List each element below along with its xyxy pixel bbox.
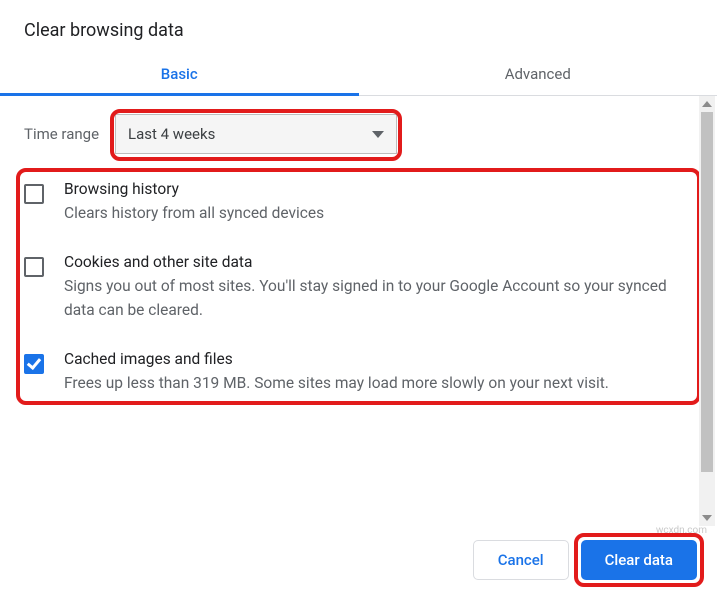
checkbox-browsing-history[interactable]	[24, 184, 44, 204]
option-body: Cookies and other site data Signs you ou…	[64, 253, 693, 322]
clear-browsing-data-dialog: Clear browsing data Basic Advanced Time …	[0, 0, 717, 600]
option-title: Cookies and other site data	[64, 253, 693, 271]
checkbox-cached[interactable]	[24, 354, 44, 374]
chevron-down-icon	[372, 131, 384, 138]
cancel-button[interactable]: Cancel	[473, 540, 569, 580]
scroll-up-icon[interactable]	[699, 96, 715, 112]
watermark: wcxdn.com	[656, 525, 707, 536]
option-title: Cached images and files	[64, 350, 609, 368]
checkbox-cookies[interactable]	[24, 257, 44, 277]
option-title: Browsing history	[64, 180, 324, 198]
time-range-select[interactable]: Last 4 weeks	[115, 114, 397, 154]
option-cookies[interactable]: Cookies and other site data Signs you ou…	[24, 253, 693, 322]
scroll-down-icon[interactable]	[699, 510, 715, 526]
content: Time range Last 4 weeks Browsing history…	[24, 114, 693, 526]
time-range-value: Last 4 weeks	[128, 125, 215, 143]
tab-basic[interactable]: Basic	[0, 51, 359, 95]
option-browsing-history[interactable]: Browsing history Clears history from all…	[24, 180, 693, 225]
time-range-label: Time range	[24, 125, 99, 143]
option-desc: Clears history from all synced devices	[64, 202, 324, 225]
option-desc: Signs you out of most sites. You'll stay…	[64, 275, 693, 322]
dialog-footer: Cancel Clear data	[0, 526, 717, 600]
tab-advanced[interactable]: Advanced	[359, 51, 717, 95]
dialog-body: Time range Last 4 weeks Browsing history…	[0, 96, 717, 526]
clear-data-button[interactable]: Clear data	[581, 540, 697, 580]
tabs: Basic Advanced	[0, 51, 717, 96]
scrollbar[interactable]	[699, 96, 715, 526]
scroll-thumb[interactable]	[701, 112, 713, 472]
clear-button-wrap: Clear data	[581, 540, 697, 580]
option-desc: Frees up less than 319 MB. Some sites ma…	[64, 372, 609, 395]
dialog-title: Clear browsing data	[0, 0, 717, 51]
time-range-row: Time range Last 4 weeks	[24, 114, 693, 154]
option-body: Cached images and files Frees up less th…	[64, 350, 609, 395]
option-cached[interactable]: Cached images and files Frees up less th…	[24, 350, 693, 395]
options-list: Browsing history Clears history from all…	[24, 180, 693, 395]
option-body: Browsing history Clears history from all…	[64, 180, 324, 225]
